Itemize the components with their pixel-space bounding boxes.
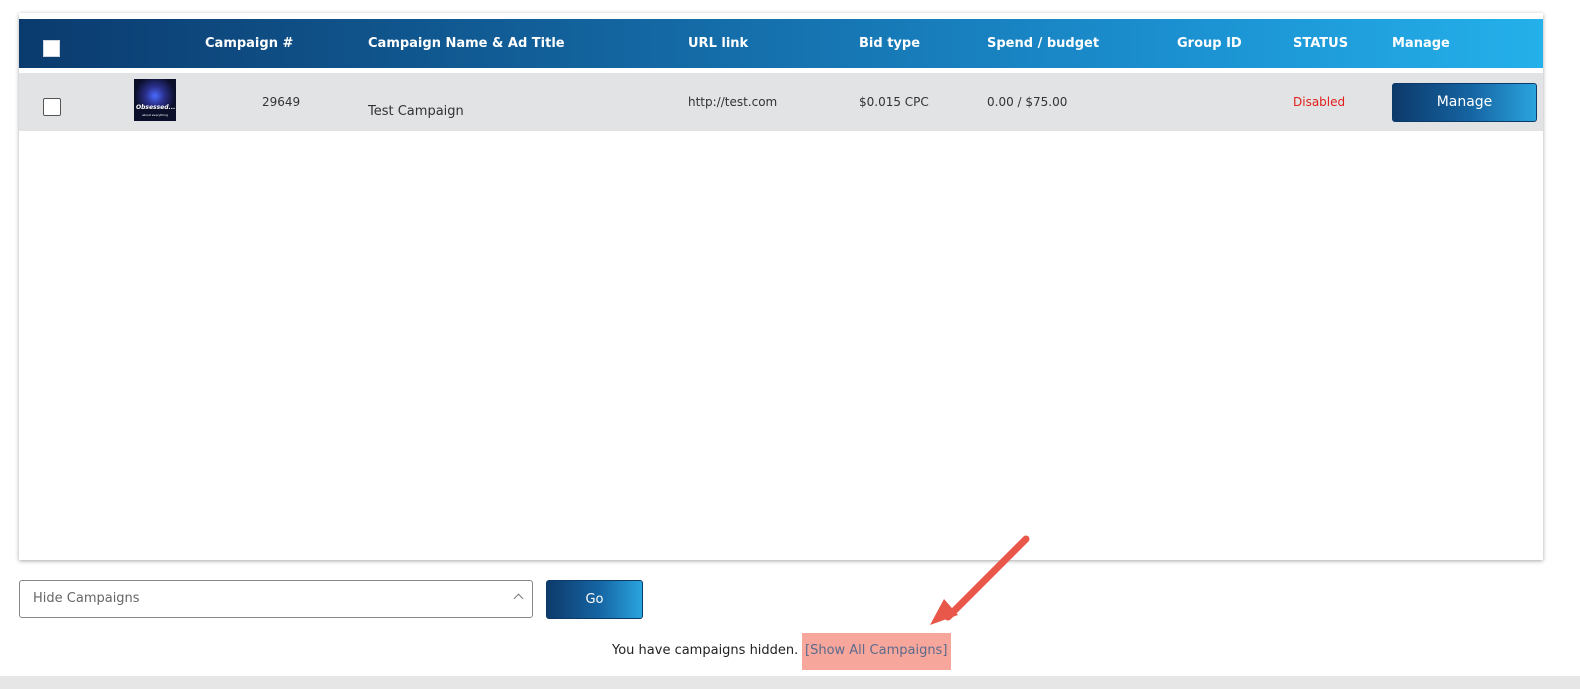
table-header: Campaign # Campaign Name & Ad Title URL … <box>19 19 1543 68</box>
select-value: Hide Campaigns <box>33 591 140 606</box>
status-badge: Disabled <box>1293 95 1346 109</box>
thumbnail-artwork <box>134 79 176 107</box>
hidden-campaigns-notice: You have campaigns hidden. <box>612 643 799 658</box>
campaign-bid-type: $0.015 CPC <box>859 95 929 109</box>
manage-button[interactable]: Manage <box>1392 83 1537 122</box>
header-manage: Manage <box>1392 36 1450 51</box>
campaign-url: http://test.com <box>688 95 778 109</box>
header-group-id[interactable]: Group ID <box>1177 19 1242 68</box>
table-row: Obsessed... about everything gaming 2964… <box>19 73 1543 131</box>
header-campaign-number[interactable]: Campaign # <box>205 19 293 68</box>
footer-bar <box>0 676 1580 689</box>
select-all-checkbox[interactable] <box>43 40 60 57</box>
chevron-up-icon <box>513 593 524 604</box>
header-spend-budget[interactable]: Spend / budget <box>987 19 1099 68</box>
header-status[interactable]: STATUS <box>1293 19 1348 68</box>
go-button[interactable]: Go <box>546 580 643 619</box>
campaign-name: Test Campaign <box>368 104 464 119</box>
show-all-campaigns-link[interactable]: [Show All Campaigns] <box>805 643 947 658</box>
header-campaign-name[interactable]: Campaign Name & Ad Title <box>368 19 565 68</box>
header-bid-type[interactable]: Bid type <box>859 19 920 68</box>
thumbnail-logo-text: Obsessed... about everything gaming <box>136 104 176 117</box>
campaign-thumbnail: Obsessed... about everything gaming <box>134 79 176 121</box>
hide-campaigns-select[interactable]: Hide Campaigns <box>19 580 533 618</box>
campaign-spend-budget: 0.00 / $75.00 <box>987 95 1068 109</box>
annotation-arrow-icon <box>930 535 1030 625</box>
campaigns-table: Campaign # Campaign Name & Ad Title URL … <box>19 13 1543 560</box>
campaign-number: 29649 <box>262 95 301 109</box>
row-checkbox[interactable] <box>43 98 61 116</box>
header-url-link[interactable]: URL link <box>688 19 748 68</box>
